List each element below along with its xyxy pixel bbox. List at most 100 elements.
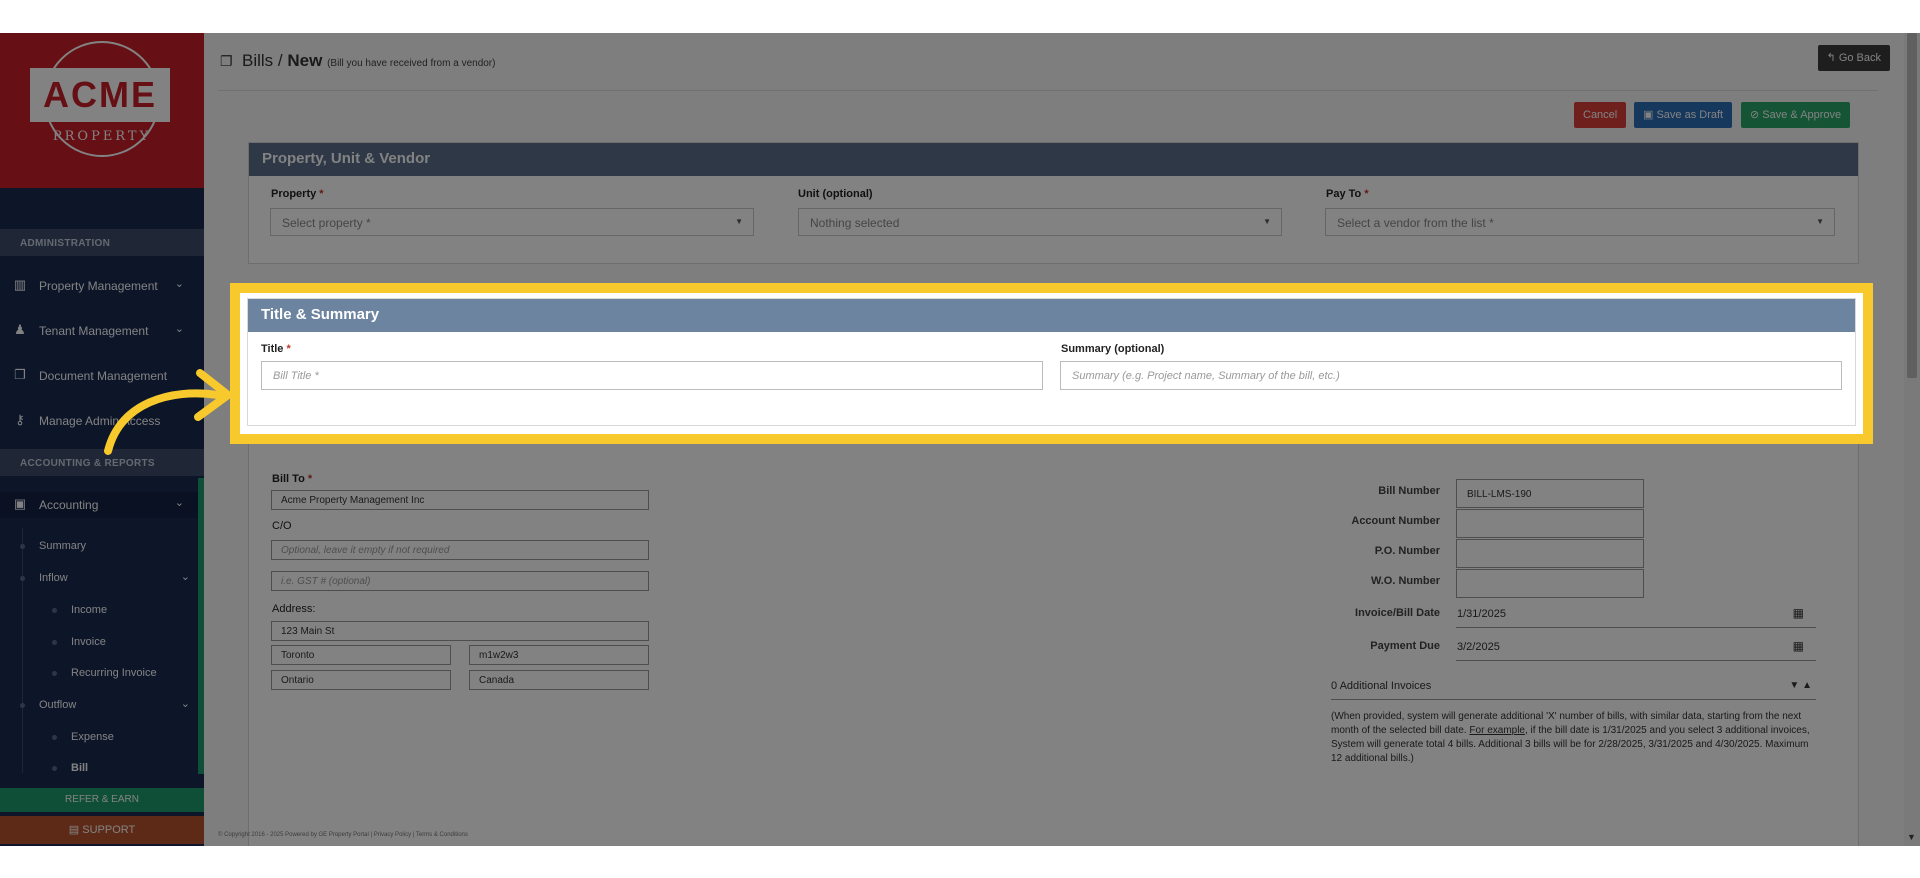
stepper-value: 0 Additional Invoices bbox=[1331, 680, 1432, 692]
title-label: Title * bbox=[261, 343, 291, 355]
documents-icon: ❐ bbox=[220, 53, 233, 69]
gst-input[interactable]: i.e. GST # (optional) bbox=[271, 571, 649, 591]
scrollbar[interactable]: ▼ bbox=[1904, 33, 1920, 846]
account-number-label: Account Number bbox=[1351, 515, 1440, 527]
bullet-icon bbox=[20, 576, 25, 581]
date-value: 1/31/2025 bbox=[1457, 608, 1506, 620]
required-mark: * bbox=[1361, 188, 1369, 200]
unit-label: Unit (optional) bbox=[798, 188, 873, 200]
co-input[interactable]: Optional, leave it empty if not required bbox=[271, 540, 649, 560]
calendar-icon[interactable]: ▦ bbox=[1793, 639, 1804, 653]
nav-accounting[interactable]: ▣ Accounting ⌄ bbox=[0, 492, 204, 518]
co-label: C/O bbox=[272, 520, 292, 532]
bill-number-input[interactable]: BILL-LMS-190 bbox=[1456, 479, 1644, 508]
nav-label: Manage Admin Access bbox=[39, 414, 161, 428]
section-accounting-reports: ACCOUNTING & REPORTS bbox=[0, 449, 204, 476]
scrollbar-thumb[interactable] bbox=[1907, 33, 1917, 378]
country-input[interactable]: Canada bbox=[469, 670, 649, 690]
bill-number-label: Bill Number bbox=[1378, 485, 1440, 497]
chevron-down-icon: ⌄ bbox=[174, 497, 184, 509]
example-link[interactable]: For example bbox=[1469, 725, 1525, 736]
bullet-icon bbox=[52, 766, 57, 771]
required-mark: * bbox=[316, 188, 324, 200]
bullet-icon bbox=[20, 703, 25, 708]
wo-number-input[interactable] bbox=[1456, 569, 1644, 598]
label-text: Pay To bbox=[1326, 188, 1362, 200]
app-window: ACME PROPERTY ADMINISTRATION ▥ Property … bbox=[0, 33, 1920, 846]
payment-due-input[interactable]: 3/2/2025 ▦ bbox=[1456, 633, 1816, 661]
required-mark: * bbox=[304, 473, 313, 485]
nav-label: Expense bbox=[71, 731, 114, 743]
nav-label: Inflow bbox=[39, 572, 68, 584]
po-number-input[interactable] bbox=[1456, 539, 1644, 568]
support-label: SUPPORT bbox=[82, 824, 136, 836]
bill-to-label: Bill To * bbox=[272, 473, 312, 485]
chevron-down-icon: ⌄ bbox=[174, 323, 184, 335]
nav-label: Recurring Invoice bbox=[71, 667, 157, 679]
payment-due-label: Payment Due bbox=[1370, 640, 1440, 652]
bullet-icon bbox=[52, 608, 57, 613]
money-icon: ▣ bbox=[13, 496, 27, 511]
summary-label: Summary (optional) bbox=[1061, 343, 1165, 355]
postal-input[interactable]: m1w2w3 bbox=[469, 645, 649, 665]
nav-outflow[interactable]: Outflow ⌄ bbox=[0, 697, 204, 717]
divider bbox=[218, 90, 1878, 91]
caret-down-icon: ▼ bbox=[1816, 217, 1824, 226]
refer-earn-button[interactable]: REFER & EARN bbox=[0, 788, 204, 812]
save-approve-button[interactable]: ⊘ Save & Approve bbox=[1741, 102, 1851, 128]
label-text: Bill To bbox=[272, 473, 305, 485]
bullet-icon bbox=[52, 735, 57, 740]
po-number-label: P.O. Number bbox=[1374, 545, 1440, 557]
cancel-button[interactable]: Cancel bbox=[1574, 102, 1627, 128]
scroll-down-icon[interactable]: ▼ bbox=[1907, 832, 1916, 842]
city-input[interactable]: Toronto bbox=[271, 645, 451, 665]
keys-icon: ⚷ bbox=[15, 412, 25, 427]
nav-property-management[interactable]: ▥ Property Management ⌄ bbox=[0, 273, 204, 299]
breadcrumb-bills[interactable]: Bills / bbox=[242, 51, 283, 70]
caret-down-icon: ▼ bbox=[1263, 217, 1271, 226]
caret-down-icon: ▼ bbox=[735, 217, 743, 226]
additional-invoices-note: (When provided, system will generate add… bbox=[1331, 710, 1821, 766]
card-heading: Title & Summary bbox=[248, 299, 1855, 332]
reply-icon: ↰ bbox=[1826, 52, 1839, 64]
wo-number-label: W.O. Number bbox=[1370, 575, 1440, 587]
unit-select[interactable]: Nothing selected ▼ bbox=[798, 208, 1282, 236]
nav-inflow[interactable]: Inflow ⌄ bbox=[0, 570, 204, 590]
check-circle-icon: ⊘ bbox=[1750, 109, 1763, 121]
property-select[interactable]: Select property * ▼ bbox=[270, 208, 754, 236]
province-input[interactable]: Ontario bbox=[271, 670, 451, 690]
nav-label: Income bbox=[71, 604, 108, 616]
logo[interactable]: ACME PROPERTY bbox=[0, 33, 204, 188]
nav-tenant-management[interactable]: ♟ Tenant Management ⌄ bbox=[0, 318, 204, 344]
logo-subtext: PROPERTY bbox=[52, 129, 152, 144]
summary-input[interactable]: Summary (e.g. Project name, Summary of t… bbox=[1060, 361, 1842, 390]
save-approve-label: Save & Approve bbox=[1762, 109, 1842, 121]
nav-label: Tenant Management bbox=[39, 324, 149, 338]
title-input[interactable]: Bill Title * bbox=[261, 361, 1043, 390]
chevron-down-icon: ⌄ bbox=[180, 571, 190, 583]
nav-manage-admin-access[interactable]: ⚷ Manage Admin Access bbox=[0, 408, 204, 434]
invoice-date-input[interactable]: 1/31/2025 ▦ bbox=[1456, 600, 1816, 628]
floppy-icon: ▣ bbox=[1643, 109, 1657, 121]
bill-to-name-input[interactable]: Acme Property Management Inc bbox=[271, 490, 649, 510]
account-number-input[interactable] bbox=[1456, 509, 1644, 538]
nav-document-management[interactable]: ❐ Document Management bbox=[0, 363, 204, 389]
stepper-arrows-icon[interactable]: ▼ ▲ bbox=[1789, 680, 1812, 691]
chevron-down-icon: ⌄ bbox=[174, 278, 184, 290]
nav-label: Invoice bbox=[71, 636, 106, 648]
payto-label: Pay To * bbox=[1326, 188, 1369, 200]
calendar-icon[interactable]: ▦ bbox=[1793, 606, 1804, 620]
required-mark: * bbox=[283, 343, 291, 355]
support-button[interactable]: ▤ SUPPORT bbox=[0, 816, 204, 844]
date-value: 3/2/2025 bbox=[1457, 641, 1500, 653]
vendor-select[interactable]: Select a vendor from the list * ▼ bbox=[1325, 208, 1835, 236]
select-placeholder: Select a vendor from the list * bbox=[1337, 216, 1494, 230]
go-back-label: Go Back bbox=[1838, 52, 1881, 64]
address-label: Address: bbox=[272, 603, 316, 615]
go-back-button[interactable]: ↰ Go Back bbox=[1817, 45, 1890, 71]
street-input[interactable]: 123 Main St bbox=[271, 621, 649, 641]
highlight-frame: Title & Summary Title * Bill Title * Sum… bbox=[230, 283, 1873, 444]
save-draft-button[interactable]: ▣ Save as Draft bbox=[1634, 102, 1733, 128]
support-icon: ▤ bbox=[68, 824, 83, 836]
additional-invoices-stepper[interactable]: 0 Additional Invoices ▼ ▲ bbox=[1331, 680, 1816, 700]
